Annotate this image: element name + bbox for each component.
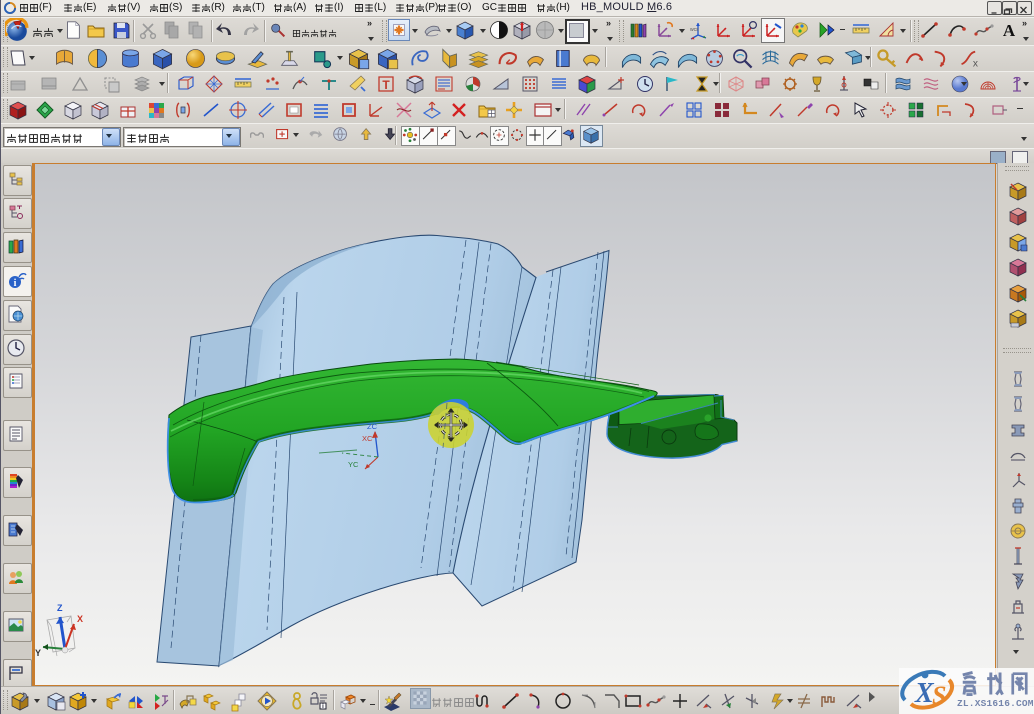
- svg-text:X: X: [77, 614, 83, 624]
- svg-text:S: S: [932, 681, 946, 710]
- svg-text:T: T: [382, 78, 390, 92]
- svg-text:ZC: ZC: [367, 422, 378, 431]
- svg-text:wcs: wcs: [690, 27, 699, 33]
- svg-text:Z: Z: [57, 603, 63, 613]
- svg-text:Y: Y: [35, 648, 41, 658]
- svg-text:A: A: [1003, 21, 1016, 40]
- svg-text:i: i: [14, 278, 17, 289]
- svg-text:XC: XC: [362, 434, 373, 443]
- svg-text:YC: YC: [348, 460, 359, 469]
- svg-text:x: x: [973, 58, 978, 69]
